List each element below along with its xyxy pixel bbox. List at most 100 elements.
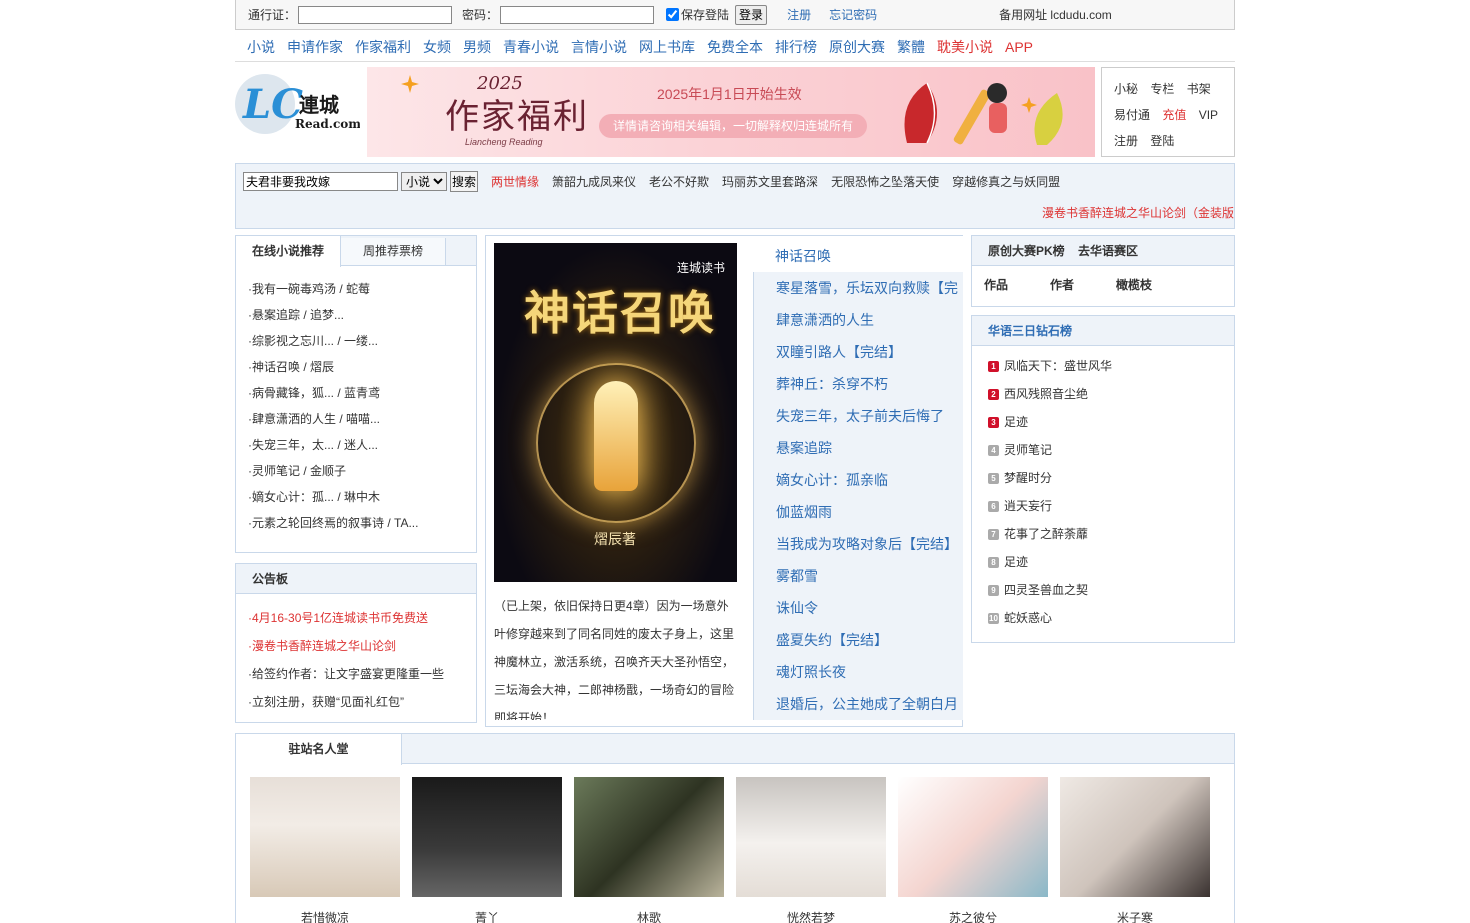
password-input[interactable]: [500, 5, 655, 24]
nav-item[interactable]: 男频: [463, 37, 491, 57]
menu-secretary[interactable]: 小秘: [1114, 82, 1138, 96]
member-photo[interactable]: [736, 777, 886, 897]
diamond-rank-item[interactable]: 10 蛇妖惑心: [972, 604, 1234, 632]
diamond-rank-item[interactable]: 4 灵师笔记: [972, 436, 1234, 464]
notice-item[interactable]: ·立刻注册，获赠“见面礼红包”: [248, 688, 476, 716]
diamond-rank-item[interactable]: 5 梦醒时分: [972, 464, 1234, 492]
member-photo[interactable]: [250, 777, 400, 897]
notice-item[interactable]: ·给签约作者：让文字盛宴更隆重一些: [248, 660, 476, 688]
menu-bookshelf[interactable]: 书架: [1187, 82, 1211, 96]
nav-item[interactable]: 青春小说: [503, 37, 559, 57]
diamond-rank-item[interactable]: 3 足迹: [972, 408, 1234, 436]
tab-online-recommend[interactable]: 在线小说推荐: [236, 236, 342, 267]
menu-register[interactable]: 注册: [1114, 134, 1138, 148]
diamond-rank-item[interactable]: 6 逍天妄行: [972, 492, 1234, 520]
nav-item[interactable]: 申请作家: [287, 37, 343, 57]
member-name[interactable]: 菁丫: [412, 909, 562, 923]
diamond-rank-item[interactable]: 7 花事了之醉荼蘼: [972, 520, 1234, 548]
featured-list-item[interactable]: 魂灯照长夜: [753, 656, 963, 688]
featured-list-item[interactable]: 双瞳引路人【完结】: [753, 336, 963, 368]
featured-list-item[interactable]: 寒星落雪，乐坛双向救赎【完: [753, 272, 963, 304]
hot-search-link[interactable]: 无限恐怖之坠落天使: [831, 173, 939, 190]
member-photo[interactable]: [1060, 777, 1210, 897]
featured-list-item[interactable]: 肆意潇洒的人生: [753, 304, 963, 336]
menu-payment[interactable]: 易付通: [1114, 108, 1150, 122]
login-button[interactable]: 登录: [735, 4, 768, 25]
hall-member[interactable]: 苏之彼兮: [898, 777, 1048, 923]
featured-list-item[interactable]: 嫡女心计：孤亲临: [753, 464, 963, 496]
recommend-item[interactable]: ·肆意潇洒的人生 / 喵喵...: [248, 406, 476, 432]
hot-search-link[interactable]: 两世情缘: [491, 173, 539, 190]
featured-list-item[interactable]: 退婚后，公主她成了全朝白月: [753, 688, 963, 720]
member-photo[interactable]: [574, 777, 724, 897]
hot-search-link[interactable]: 穿越修真之与妖同盟: [952, 173, 1060, 190]
promo-banner[interactable]: 2025 作家福利 Liancheng Reading 2025年1月1日开始生…: [367, 67, 1095, 157]
featured-list-item[interactable]: 失宠三年，太子前夫后悔了: [753, 400, 963, 432]
nav-item[interactable]: 网上书库: [639, 37, 695, 57]
hall-member[interactable]: 林歌: [574, 777, 724, 923]
nav-item[interactable]: 言情小说: [571, 37, 627, 57]
hot-search-link[interactable]: 老公不好欺: [649, 173, 709, 190]
featured-list-item[interactable]: 雾都雪: [753, 560, 963, 592]
member-photo[interactable]: [898, 777, 1048, 897]
search-button[interactable]: 搜索: [450, 171, 479, 192]
pk-link[interactable]: 去华语赛区: [1078, 244, 1138, 258]
nav-item[interactable]: 排行榜: [775, 37, 817, 57]
hot-search-link[interactable]: 玛丽苏文里套路深: [722, 173, 818, 190]
nav-item[interactable]: 免费全本: [707, 37, 763, 57]
featured-list-item[interactable]: 盛夏失约【完结】: [753, 624, 963, 656]
recommend-item[interactable]: ·悬案追踪 / 追梦...: [248, 302, 476, 328]
account-input[interactable]: [298, 5, 453, 24]
diamond-rank-item[interactable]: 2 西风残照音尘绝: [972, 380, 1234, 408]
featured-list-item[interactable]: 悬案追踪: [753, 432, 963, 464]
member-name[interactable]: 若惜微凉: [250, 909, 400, 923]
recommend-item[interactable]: ·嫡女心计：孤... / 琳中木: [248, 484, 476, 510]
featured-list-item[interactable]: 当我成为攻略对象后【完结】: [753, 528, 963, 560]
register-link[interactable]: 注册: [787, 6, 811, 23]
nav-item[interactable]: APP: [1005, 39, 1033, 55]
featured-list-item[interactable]: 诛仙令: [753, 592, 963, 624]
recommend-item[interactable]: ·综影视之忘川... / 一缕...: [248, 328, 476, 354]
notice-item[interactable]: ·4月16-30号1亿连城读书币免费送: [248, 604, 476, 632]
diamond-rank-item[interactable]: 1 凤临天下：盛世风华: [972, 352, 1234, 380]
menu-recharge[interactable]: 充值: [1162, 108, 1186, 122]
featured-cover[interactable]: 连城读书 神话召唤 熠辰著: [494, 243, 737, 582]
nav-item[interactable]: 女频: [423, 37, 451, 57]
nav-item[interactable]: 繁體: [897, 37, 925, 57]
hall-title[interactable]: 驻站名人堂: [236, 734, 402, 765]
remember-check[interactable]: [666, 8, 680, 21]
recommend-item[interactable]: ·元素之轮回终焉的叙事诗 / TA...: [248, 510, 476, 536]
nav-item[interactable]: 小说: [247, 37, 275, 57]
notice-item[interactable]: ·漫卷书香醉连城之华山论剑: [248, 632, 476, 660]
menu-vip[interactable]: VIP: [1199, 108, 1218, 122]
member-photo[interactable]: [412, 777, 562, 897]
forgot-password-link[interactable]: 忘记密码: [829, 6, 877, 23]
diamond-rank-item[interactable]: 8 足迹: [972, 548, 1234, 576]
member-name[interactable]: 林歌: [574, 909, 724, 923]
remember-checkbox[interactable]: 保存登陆: [666, 6, 729, 23]
site-logo[interactable]: LC 連城 Read.com: [235, 70, 361, 138]
recommend-item[interactable]: ·我有一碗毒鸡汤 / 蛇莓: [248, 276, 476, 302]
hall-member[interactable]: 菁丫: [412, 777, 562, 923]
hot-search-link[interactable]: 箫韶九成凤来仪: [552, 173, 636, 190]
hall-member[interactable]: 恍然若梦: [736, 777, 886, 923]
tab-weekly-votes[interactable]: 周推荐票榜: [341, 238, 447, 265]
recommend-item[interactable]: ·失宠三年，太... / 迷人...: [248, 432, 476, 458]
member-name[interactable]: 恍然若梦: [736, 909, 886, 923]
nav-item[interactable]: 耽美小说: [937, 37, 993, 57]
featured-list-item[interactable]: 伽蓝烟雨: [753, 496, 963, 528]
hall-member[interactable]: 若惜微凉: [250, 777, 400, 923]
nav-item[interactable]: 作家福利: [355, 37, 411, 57]
member-name[interactable]: 米子寒: [1060, 909, 1210, 923]
menu-login[interactable]: 登陆: [1150, 134, 1174, 148]
nav-item[interactable]: 原创大赛: [829, 37, 885, 57]
scrolling-notice[interactable]: 漫卷书香醉连城之华山论剑（金装版: [1042, 204, 1234, 221]
search-input[interactable]: [243, 172, 398, 191]
hall-member[interactable]: 米子寒: [1060, 777, 1210, 923]
search-category-select[interactable]: 小说: [401, 172, 447, 191]
menu-column[interactable]: 专栏: [1150, 82, 1174, 96]
recommend-item[interactable]: ·灵师笔记 / 金顺子: [248, 458, 476, 484]
diamond-rank-item[interactable]: 9 四灵圣兽血之契: [972, 576, 1234, 604]
featured-list-item[interactable]: 葬神丘：杀穿不朽: [753, 368, 963, 400]
member-name[interactable]: 苏之彼兮: [898, 909, 1048, 923]
